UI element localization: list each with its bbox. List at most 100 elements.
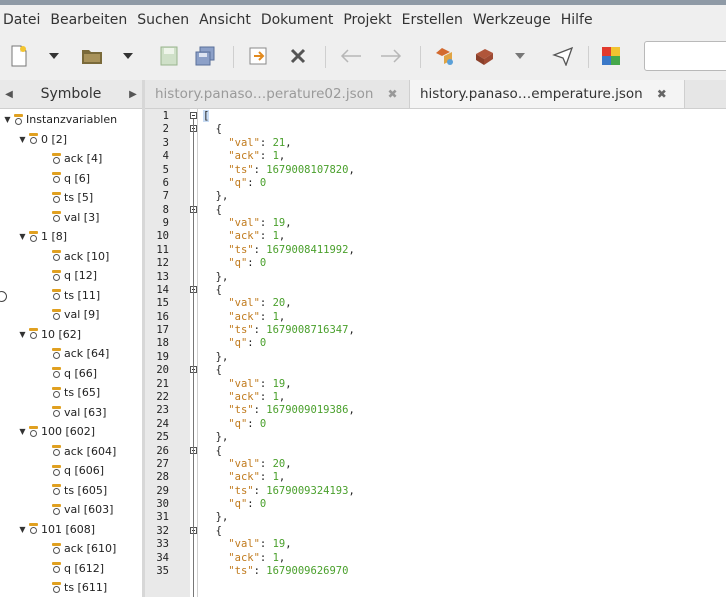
tree-item[interactable]: ts [65] <box>52 383 100 402</box>
tree-item[interactable]: ts [11] <box>52 286 100 305</box>
tree-item[interactable]: ack [610] <box>52 539 116 558</box>
code-line[interactable]: "q": 0 <box>203 178 266 189</box>
code-line[interactable]: }, <box>203 351 229 363</box>
code-line[interactable]: "val": 19, <box>203 378 291 390</box>
tree-item[interactable]: val [9] <box>52 305 99 324</box>
code-line[interactable]: "val": 19, <box>203 539 291 550</box>
tab-scroll-right-icon[interactable]: ▶ <box>124 89 142 100</box>
tree-root-instance-variables[interactable]: ▼ Instanzvariablen <box>3 110 117 129</box>
code-line[interactable]: [ <box>203 110 210 122</box>
tree-item[interactable]: val [603] <box>52 500 113 519</box>
tree-group[interactable]: ▼ 0 [2] <box>18 130 67 149</box>
menu-erstellen[interactable]: Erstellen <box>397 12 468 28</box>
code-line[interactable]: "ack": 1, <box>203 472 285 483</box>
close-tab-icon[interactable]: ✖ <box>657 87 667 101</box>
tree-item[interactable]: ack [604] <box>52 442 116 461</box>
code-line[interactable]: { <box>203 204 222 216</box>
code-line[interactable]: "val": 20, <box>203 298 291 309</box>
code-editor[interactable]: [ { "val": 21, "ack": 1, "ts": 167900810… <box>198 109 726 597</box>
tree-item[interactable]: val [63] <box>52 403 106 422</box>
open-dropdown-icon[interactable] <box>120 43 136 69</box>
menu-bearbeiten[interactable]: Bearbeiten <box>45 12 132 28</box>
tree-item[interactable]: ack [4] <box>52 149 102 168</box>
tree-item[interactable]: ts [611] <box>52 578 107 597</box>
menu-ansicht[interactable]: Ansicht <box>194 12 256 28</box>
code-line[interactable]: { <box>203 525 222 537</box>
expander-icon[interactable]: ▼ <box>18 427 27 436</box>
expander-icon[interactable]: ▼ <box>18 330 27 339</box>
tree-item[interactable]: q [6] <box>52 169 90 188</box>
code-line[interactable]: "q": 0 <box>203 258 266 269</box>
code-line[interactable]: { <box>203 445 222 457</box>
tab-scroll-left-icon[interactable]: ◀ <box>0 89 18 100</box>
new-file-icon[interactable] <box>8 43 30 69</box>
code-line[interactable]: "ts": 1679008411992, <box>203 244 354 256</box>
expander-icon[interactable]: ▼ <box>18 135 27 144</box>
close-tab-icon[interactable]: ✖ <box>387 87 397 101</box>
menu-hilfe[interactable]: Hilfe <box>556 12 598 28</box>
menu-projekt[interactable]: Projekt <box>338 12 396 28</box>
back-arrow-icon[interactable] <box>338 43 364 69</box>
code-line[interactable]: "ts": 1679008716347, <box>203 325 354 336</box>
tree-group[interactable]: ▼ 101 [608] <box>18 520 95 539</box>
tab-file-inactive[interactable]: history.panaso…perature02.json ✖ <box>145 80 409 108</box>
search-input[interactable] <box>644 41 726 71</box>
open-folder-icon[interactable] <box>80 43 104 69</box>
code-line[interactable]: "ack": 1, <box>203 231 285 242</box>
menu-datei[interactable]: Datei <box>0 12 45 28</box>
save-all-icon[interactable] <box>192 43 218 69</box>
tree-group[interactable]: ▼ 1 [8] <box>18 227 67 246</box>
tree-group[interactable]: ▼ 100 [602] <box>18 422 95 441</box>
tab-symbols[interactable]: Symbole <box>18 86 124 102</box>
code-line[interactable]: "ts": 1679008107820, <box>203 164 354 176</box>
tree-item[interactable]: val [3] <box>52 208 99 227</box>
tree-item[interactable]: ts [605] <box>52 481 107 500</box>
code-line[interactable]: "ts": 1679009019386, <box>203 405 354 416</box>
expander-icon[interactable]: ▼ <box>3 115 12 124</box>
code-line[interactable]: "val": 21, <box>203 137 291 149</box>
tree-item[interactable]: ack [64] <box>52 344 109 363</box>
code-line[interactable]: { <box>203 365 222 376</box>
code-line[interactable]: "q": 0 <box>203 418 266 430</box>
build-icon[interactable] <box>471 43 497 69</box>
code-line[interactable]: { <box>203 285 222 296</box>
code-line[interactable]: }, <box>203 512 229 523</box>
code-line[interactable]: "val": 19, <box>203 218 291 229</box>
tab-file-active[interactable]: history.panaso…emperature.json ✖ <box>409 80 685 108</box>
code-line[interactable]: "ack": 1, <box>203 392 285 403</box>
forward-arrow-icon[interactable] <box>378 43 404 69</box>
code-line[interactable]: { <box>203 124 222 135</box>
tree-item[interactable]: q [12] <box>52 266 97 285</box>
code-line[interactable]: "q": 0 <box>203 499 266 510</box>
tree-group[interactable]: ▼ 10 [62] <box>18 325 81 344</box>
code-line[interactable]: "q": 0 <box>203 338 266 349</box>
code-line[interactable]: }, <box>203 271 229 283</box>
run-icon[interactable] <box>550 43 576 69</box>
menu-dokument[interactable]: Dokument <box>256 12 339 28</box>
code-line[interactable]: "ack": 1, <box>203 151 285 162</box>
fold-toggle-icon[interactable] <box>190 112 197 119</box>
code-line[interactable]: "ack": 1, <box>203 311 285 323</box>
compile-icon[interactable] <box>432 43 458 69</box>
menu-suchen[interactable]: Suchen <box>132 12 194 28</box>
build-dropdown-icon[interactable] <box>512 43 528 69</box>
expander-icon[interactable]: ▼ <box>18 232 27 241</box>
code-line[interactable]: "ack": 1, <box>203 552 285 564</box>
code-line[interactable]: "ts": 1679009626970 <box>203 566 348 577</box>
tree-item[interactable]: q [606] <box>52 461 104 480</box>
save-icon[interactable] <box>158 43 180 69</box>
code-line[interactable]: "val": 20, <box>203 459 291 470</box>
revert-icon[interactable] <box>246 43 270 69</box>
expander-icon[interactable]: ▼ <box>18 525 27 534</box>
tree-item[interactable]: ack [10] <box>52 247 109 266</box>
code-line[interactable]: "ts": 1679009324193, <box>203 485 354 497</box>
tree-item[interactable]: ts [5] <box>52 188 93 207</box>
color-chooser-icon[interactable] <box>598 43 624 69</box>
tree-item[interactable]: q [66] <box>52 364 97 383</box>
code-line[interactable]: }, <box>203 191 229 202</box>
code-line[interactable]: }, <box>203 432 229 443</box>
new-dropdown-icon[interactable] <box>46 43 62 69</box>
tree-item[interactable]: q [612] <box>52 559 104 578</box>
close-file-icon[interactable] <box>287 43 309 69</box>
menu-werkzeuge[interactable]: Werkzeuge <box>468 12 556 28</box>
